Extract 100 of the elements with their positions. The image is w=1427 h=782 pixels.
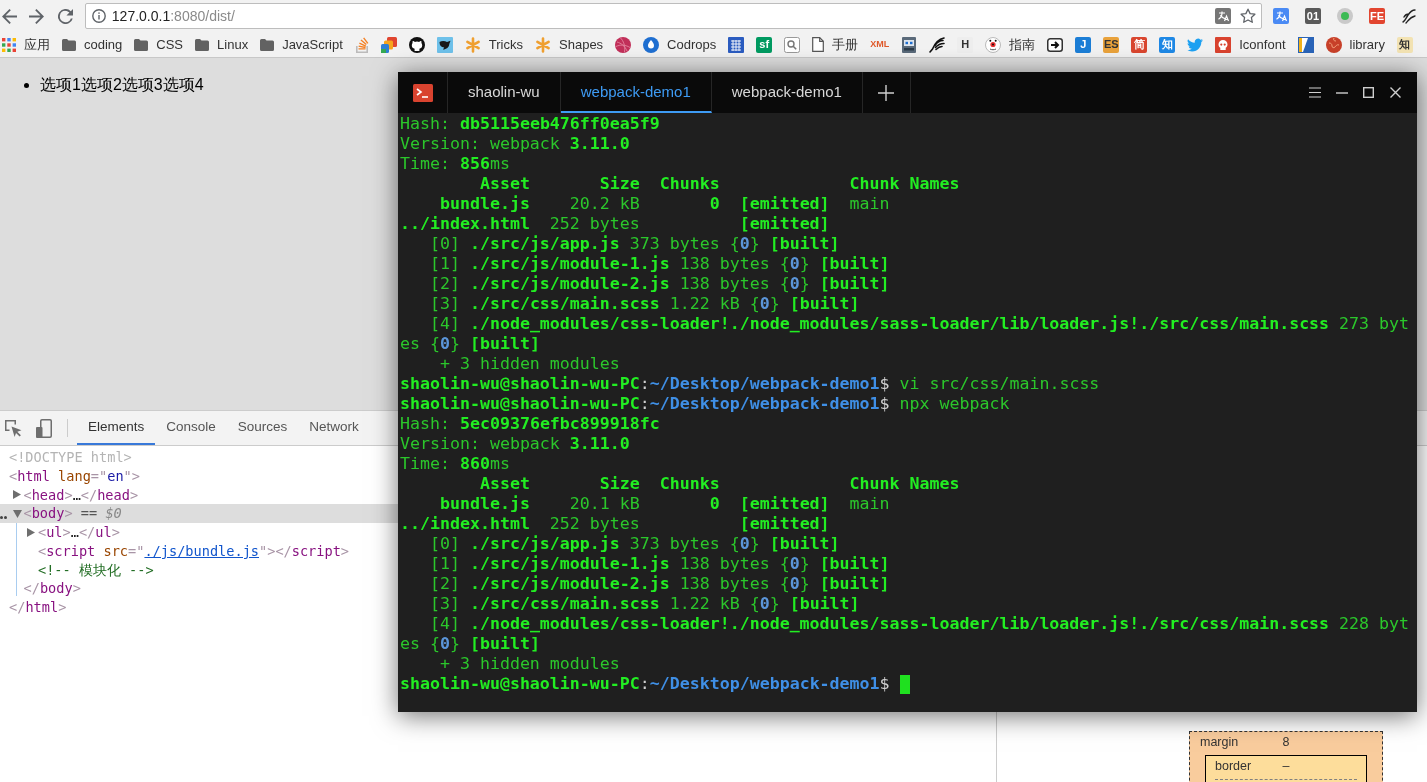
bookmark-link[interactable] <box>408 36 425 53</box>
bookmark-link[interactable]: 简 <box>1131 36 1148 53</box>
terminal-line: Hash: db5115eeb476ff0ea5f9 <box>400 114 660 134</box>
terminal-line: shaolin-wu@shaolin-wu-PC:~/Desktop/webpack-demo1$ vi src/css/main.scss <box>400 374 1100 394</box>
info-icon <box>91 9 106 23</box>
terminal-line: Version: webpack 3.11.0 <box>400 434 630 454</box>
devtools-tab[interactable]: Sources <box>226 411 299 445</box>
terminal-line: Time: 856ms <box>400 154 510 174</box>
address-field[interactable]: 127.0.0.1:8080/dist/ <box>84 3 1262 29</box>
drop-icon <box>643 36 660 53</box>
url-text: 127.0.0.1:8080/dist/ <box>111 6 235 26</box>
bookmark-link[interactable]: Shapes <box>535 34 604 55</box>
dom-tree-row[interactable]: </html> <box>0 598 398 617</box>
globe-icon <box>1325 36 1342 53</box>
bookmark-link[interactable]: Codrops <box>643 34 717 55</box>
back-arrow-icon <box>2 8 18 24</box>
bookmark-link[interactable]: 指南 <box>985 34 1036 55</box>
folder-icon <box>134 38 149 51</box>
bookmark-link[interactable]: 知 <box>1159 36 1176 53</box>
dom-node-text: <!DOCTYPE html> <box>9 448 132 468</box>
terminal-line: shaolin-wu@shaolin-wu-PC:~/Desktop/webpack-demo1$ <box>400 674 890 694</box>
terminal-icon <box>413 83 433 102</box>
bookmark-link[interactable]: library <box>1325 34 1385 55</box>
dom-node-text: <!-- 模块化 --> <box>38 560 154 580</box>
bookmark-link[interactable]: Iconfont <box>1215 34 1286 55</box>
stacked-bars-icon <box>354 36 369 53</box>
triangle-right-icon[interactable] <box>12 490 21 500</box>
face-icon <box>985 36 1002 53</box>
dom-tree-row[interactable]: </body> <box>0 579 398 598</box>
plus-icon <box>878 84 895 101</box>
bookmark-link[interactable]: Tricks <box>464 34 523 55</box>
star-icon[interactable] <box>1240 8 1256 24</box>
terminal-line: [3] ./src/css/main.scss 1.22 kB {0} [built] <box>429 594 860 614</box>
split-tile-icon <box>1297 36 1314 53</box>
terminal-line: + 3 hidden modules <box>439 354 620 374</box>
bookmark-link[interactable]: ES <box>1103 36 1120 53</box>
device-toolbar-icon <box>36 418 52 438</box>
terminal-line: es {0} [built] <box>400 334 540 354</box>
terminal-line: + 3 hidden modules <box>439 654 620 674</box>
bookmark-link[interactable] <box>929 36 946 53</box>
terminal-line: [1] ./src/js/module-1.js 138 bytes {0} [built] <box>429 254 890 274</box>
document-icon <box>812 37 825 52</box>
bookmark-link[interactable] <box>436 36 453 53</box>
terminal-line: [3] ./src/css/main.scss 1.22 kB {0} [built] <box>429 294 860 314</box>
letter-tile: 01 <box>1305 8 1321 24</box>
folder-icon <box>260 38 275 51</box>
dom-tree-row[interactable]: <script src="./js/bundle.js"></script> <box>0 541 398 561</box>
dom-tree-row[interactable]: <body> == $0 <box>0 504 398 523</box>
dom-tree-row[interactable]: <html lang="en"> <box>0 466 398 486</box>
extension-button[interactable]: 01 <box>1299 2 1327 30</box>
close-icon <box>1390 87 1401 98</box>
magnifier-icon <box>784 36 801 53</box>
dom-node-text: <head>…</head> <box>23 485 139 505</box>
dom-node-text: <ul>…</ul> <box>38 523 120 543</box>
dom-tree-row[interactable]: <!-- 模块化 --> <box>0 560 398 580</box>
box-model-value[interactable]: – <box>1282 756 1290 776</box>
dom-tree-row[interactable]: <head>…</head> <box>0 485 398 505</box>
bookmark-link[interactable]: 手册 <box>812 34 859 55</box>
devtools-tab[interactable]: Console <box>155 411 227 445</box>
ball-icon <box>615 36 632 53</box>
terminal-line: es {0} [built] <box>400 634 540 654</box>
bookmark-link[interactable]: 知 <box>1396 36 1413 53</box>
terminal-line: [2] ./src/js/module-2.js 138 bytes {0} [built] <box>429 274 890 294</box>
bookmark-link[interactable]: sf <box>756 36 773 53</box>
menu-icon <box>1308 87 1321 98</box>
dom-node-text: <body> == $0 <box>23 504 122 524</box>
dom-tree-row[interactable]: <ul>…</ul> <box>0 523 398 542</box>
letter-tile: FE <box>1369 8 1385 24</box>
bookmark-link[interactable]: JavaScript <box>260 34 343 55</box>
bird-icon <box>1187 36 1204 53</box>
terminal-line: Hash: 5ec09376efbc899918fc <box>400 414 660 434</box>
bookmark-link[interactable] <box>1047 36 1064 53</box>
terminal-line: [2] ./src/js/module-2.js 138 bytes {0} [built] <box>429 574 890 594</box>
bookmark-link[interactable]: coding <box>62 34 123 55</box>
bookmark-link[interactable]: Linux <box>195 34 249 55</box>
bookmark-link[interactable] <box>901 36 918 53</box>
app-grid-icon <box>2 37 16 52</box>
extension-button[interactable]: FE <box>1363 2 1391 30</box>
box-model-label: margin <box>1200 733 1239 751</box>
terminal-line: Version: webpack 3.11.0 <box>400 134 630 154</box>
terminal-line: [4] ./node_modules/css-loader!./node_modules/sass-loader/lib/loader.js!./src/css/main.scss 273 byt <box>429 314 1410 334</box>
bookmark-link[interactable]: 应用 <box>2 34 50 55</box>
squiggle-icon <box>1401 8 1417 24</box>
layered-squares-icon <box>380 36 397 53</box>
robot-icon <box>901 36 918 53</box>
forward-arrow-icon <box>29 8 45 24</box>
translate-icon[interactable] <box>1215 8 1231 24</box>
ellipsis-icon[interactable] <box>0 515 7 519</box>
devtools-tab[interactable]: Network <box>298 411 370 445</box>
folder-icon <box>195 38 210 51</box>
bookmark-link[interactable]: CSS <box>134 34 184 55</box>
box-model-label: border <box>1215 757 1252 775</box>
box-model-value[interactable]: 8 <box>1282 732 1290 752</box>
asterisk-icon <box>535 36 551 53</box>
asterisk-icon <box>464 36 481 53</box>
bookmark-link[interactable]: H <box>957 36 974 53</box>
bookmark-link[interactable]: J <box>1075 36 1092 53</box>
triangle-down-icon[interactable] <box>12 509 22 518</box>
terminal-line: shaolin-wu@shaolin-wu-PC:~/Desktop/webpack-demo1$ npx webpack <box>400 394 1010 414</box>
triangle-right-icon[interactable] <box>27 527 35 537</box>
